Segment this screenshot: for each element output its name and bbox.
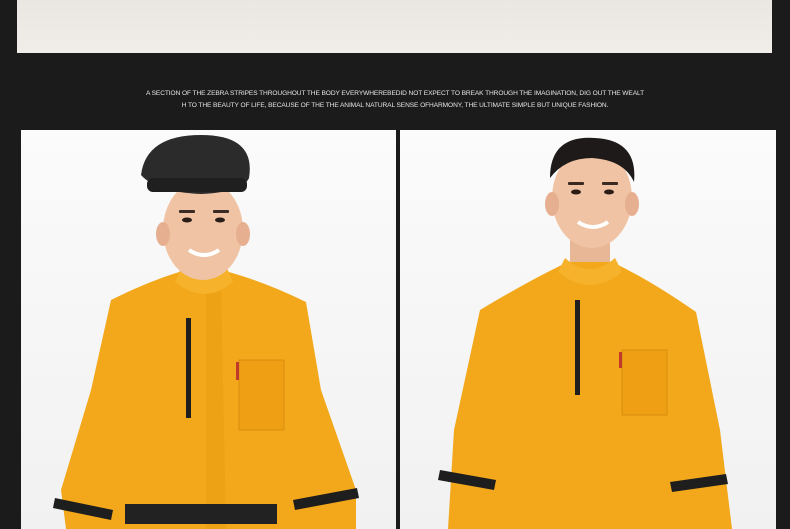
top-banner-image	[17, 0, 772, 53]
caption-line-2: H TO THE BEAUTY OF LIFE, BECAUSE OF THE …	[181, 101, 609, 109]
caption-text: A SECTION OF THE ZEBRA STRIPES THROUGHOU…	[0, 88, 790, 111]
photo-model-with-hat	[21, 130, 396, 529]
photo-model-without-hat	[400, 130, 776, 529]
caption-line-1: A SECTION OF THE ZEBRA STRIPES THROUGHOU…	[145, 90, 645, 97]
